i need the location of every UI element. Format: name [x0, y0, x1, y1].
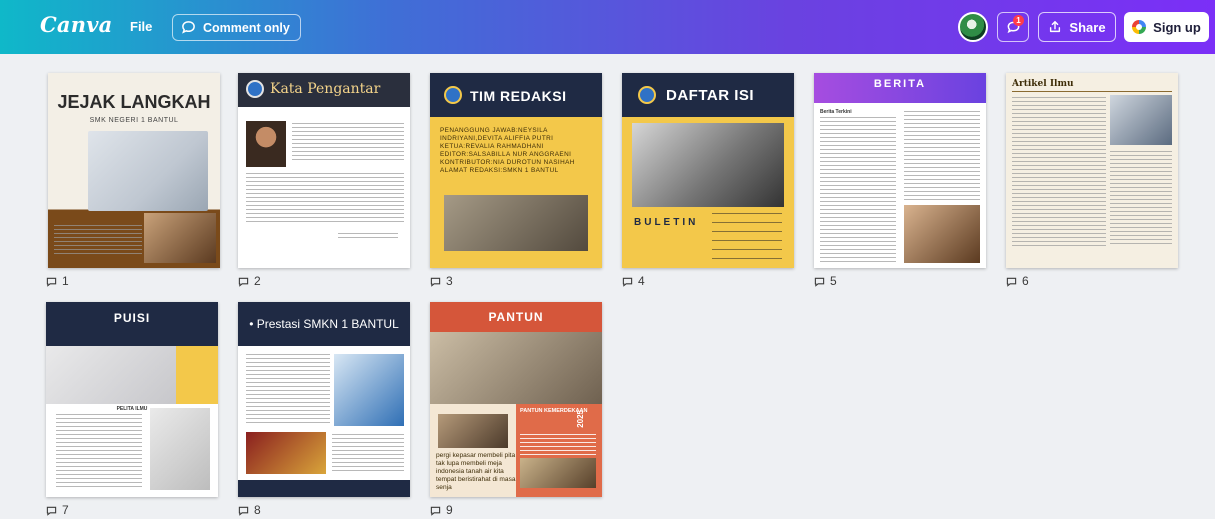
- page-number-label: 7: [62, 503, 69, 517]
- school-logo-icon: [638, 86, 656, 104]
- page-9-pantun-text: pergi kepasar membeli pita tak lupa memb…: [436, 452, 516, 491]
- classroom-photo: [444, 195, 588, 251]
- page-number-label: 2: [254, 274, 261, 288]
- champion-poster-image: [334, 354, 404, 426]
- table-of-contents-list: [712, 213, 782, 259]
- sign-up-label: Sign up: [1153, 19, 1201, 35]
- page-8-title: • Prestasi SMKN 1 BANTUL: [249, 317, 399, 331]
- comment-bubble-icon: [622, 277, 633, 287]
- page-thumbnail-4[interactable]: DAFTAR ISI BULETIN: [622, 73, 794, 268]
- page-7-title: PUISI: [113, 311, 151, 325]
- page-thumbnail-9[interactable]: PANTUN PANTUN KEMERDEKAAN 2025 pergi kep…: [430, 302, 602, 497]
- page-number-8: 8: [238, 503, 261, 517]
- page-5-title: BERITA: [873, 78, 927, 90]
- accent-block: [176, 346, 218, 404]
- page-8-column-text: [246, 354, 330, 424]
- page-5-column-text: [904, 111, 980, 201]
- students-photo: [438, 414, 508, 448]
- comment-only-button[interactable]: Comment only: [172, 14, 301, 41]
- google-icon: [1132, 20, 1147, 34]
- page-1-title: JEJAK LANGKAH: [57, 92, 211, 112]
- page-5-column-text: [820, 117, 896, 263]
- page-number-label: 3: [446, 274, 453, 288]
- top-bar: Canva File Comment only 1 Share Sign up: [0, 0, 1215, 54]
- page-number-2: 2: [238, 274, 261, 288]
- students-photo: [88, 131, 208, 211]
- page-6-title: Artikel Ilmu: [1012, 79, 1074, 89]
- page-thumbnail-7[interactable]: PUISI PELITA ILMU: [46, 302, 218, 497]
- notifications-button[interactable]: 1: [997, 12, 1029, 42]
- divider: [1012, 91, 1172, 92]
- students-photo: [46, 346, 176, 404]
- page-thumbnail-1[interactable]: JEJAK LANGKAH SMK NEGERI 1 BANTUL: [48, 73, 220, 268]
- canva-logo[interactable]: Canva: [40, 12, 112, 37]
- students-photo: [150, 408, 210, 490]
- school-logo-icon: [246, 80, 264, 98]
- page-thumbnail-6[interactable]: Artikel Ilmu: [1006, 73, 1178, 268]
- share-button[interactable]: Share: [1038, 12, 1116, 42]
- user-avatar[interactable]: [958, 12, 988, 42]
- comment-bubble-icon: [46, 506, 57, 516]
- computer-lab-photo: [144, 213, 216, 263]
- page-thumbnail-2[interactable]: Kata Pengantar: [238, 73, 410, 268]
- share-upload-icon: [1050, 21, 1061, 33]
- comment-bubble-icon: [238, 506, 249, 516]
- comment-bubble-icon: [46, 277, 57, 287]
- page-1-subtitle: SMK NEGERI 1 BANTUL: [89, 117, 179, 124]
- page-8-footer-band: [238, 480, 410, 497]
- page-9-title: PANTUN: [488, 310, 544, 324]
- page-number-1: 1: [46, 274, 69, 288]
- comment-bubble-icon: [1006, 277, 1017, 287]
- page-number-6: 6: [1006, 274, 1029, 288]
- comment-bubble-icon: [814, 277, 825, 287]
- page-number-label: 5: [830, 274, 837, 288]
- champion-poster-image: [246, 432, 326, 474]
- page-6-column-text: [1110, 151, 1172, 247]
- page-thumbnail-5[interactable]: BERITA Berita Terkini: [814, 73, 986, 268]
- page-number-label: 8: [254, 503, 261, 517]
- historic-school-photo: [632, 123, 784, 207]
- page-number-5: 5: [814, 274, 837, 288]
- page-number-7: 7: [46, 503, 69, 517]
- sign-up-button[interactable]: Sign up: [1124, 12, 1209, 42]
- page-1-body-text: [54, 225, 142, 255]
- page-2-title: Kata Pengantar: [270, 81, 381, 97]
- page-5-heading: Berita Terkini: [820, 109, 852, 115]
- page-9-side-text: [520, 434, 596, 456]
- share-label: Share: [1069, 19, 1106, 35]
- page-number-label: 1: [62, 274, 69, 288]
- page-3-title: TIM REDAKSI: [470, 88, 567, 104]
- file-menu-button[interactable]: File: [122, 14, 160, 40]
- page-number-label: 9: [446, 503, 453, 517]
- poem-text: [56, 414, 142, 490]
- page-9-year: 2025: [576, 410, 585, 428]
- school-logo-icon: [444, 86, 462, 104]
- comment-icon: [182, 21, 195, 34]
- page-3-body-text: PENANGGUNG JAWAB:NEYSILA INDRIYANI,DEVIT…: [440, 127, 575, 174]
- page-4-title: DAFTAR ISI: [666, 87, 755, 104]
- notification-count-badge: 1: [1013, 15, 1024, 26]
- principal-photo: [246, 121, 286, 167]
- comment-only-label: Comment only: [203, 20, 290, 35]
- page-number-4: 4: [622, 274, 645, 288]
- comment-bubble-icon: [430, 506, 441, 516]
- page-2-text-block: [246, 173, 404, 225]
- page-number-label: 4: [638, 274, 645, 288]
- comment-bubble-icon: [238, 277, 249, 287]
- news-photo: [904, 205, 980, 263]
- student-photo: [1110, 95, 1172, 145]
- students-photo: [520, 458, 596, 488]
- page-4-footer-label: BULETIN: [634, 217, 699, 228]
- page-thumbnail-3[interactable]: TIM REDAKSI PENANGGUNG JAWAB:NEYSILA IND…: [430, 73, 602, 268]
- page-6-column-text: [1012, 97, 1106, 247]
- page-number-3: 3: [430, 274, 453, 288]
- page-2-signature-block: [338, 233, 398, 241]
- page-2-text-block: [292, 123, 404, 163]
- page-8-column-text: [332, 434, 404, 474]
- classroom-photo: [430, 332, 602, 404]
- page-thumbnail-8[interactable]: • Prestasi SMKN 1 BANTUL: [238, 302, 410, 497]
- page-number-label: 6: [1022, 274, 1029, 288]
- comment-bubble-icon: [430, 277, 441, 287]
- page-number-9: 9: [430, 503, 453, 517]
